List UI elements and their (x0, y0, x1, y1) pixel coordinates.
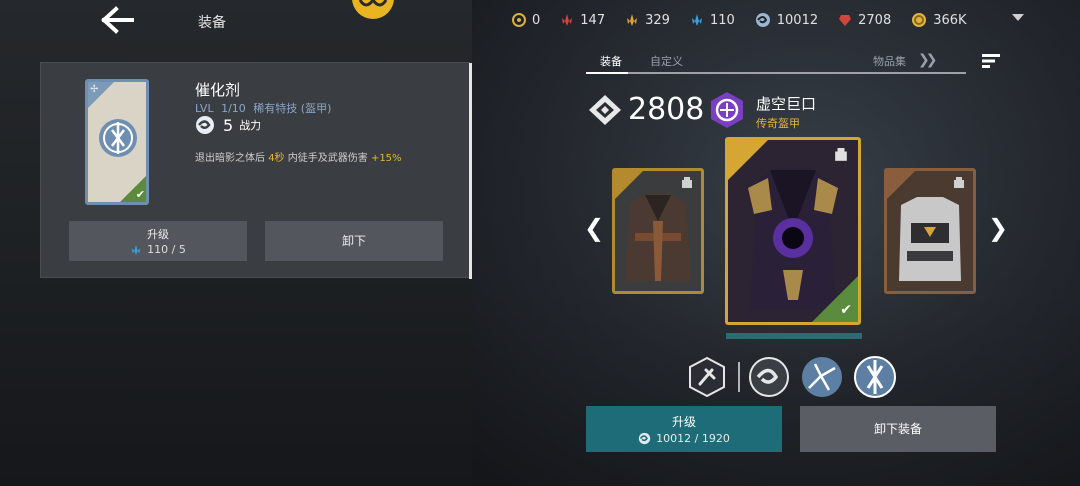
power-label: 战力 (239, 119, 262, 132)
gear-coin-icon (512, 13, 526, 27)
dragonfly-icon: ✢ (90, 84, 99, 95)
swirl-icon (196, 116, 214, 134)
currency-gear-coin: 0 (512, 13, 540, 28)
upgrade-cost: 10012 / 1920 (656, 432, 730, 445)
armor-image (625, 193, 691, 281)
currency-value: 147 (580, 12, 606, 28)
perk-upgrade-button[interactable]: 升级 110 / 5 (69, 221, 247, 261)
currency-value: 329 (645, 12, 670, 28)
currency-gold-coin: 366K (911, 12, 967, 28)
swirl-icon (638, 432, 651, 445)
currency-value: 2708 (858, 12, 892, 28)
perk-card[interactable]: ✢ ✔ (85, 79, 149, 205)
currency-value: 10012 (776, 12, 819, 28)
armor-image (899, 197, 961, 281)
tab-bar: 装备 自定义 物品集 (586, 52, 966, 74)
blue-crystal-icon (131, 244, 141, 255)
desc-text: 退出暗影之体后 (195, 153, 265, 164)
double-chevron-right-icon[interactable]: ❯❯ (918, 52, 938, 68)
desc-highlight: 4秒 (268, 153, 285, 164)
upgrade-label: 升级 (671, 415, 696, 429)
tab-equip[interactable]: 装备 (600, 53, 622, 69)
faction-logo-icon (350, 0, 396, 24)
gear-score-icon (589, 95, 621, 125)
currency-value: 110 (709, 12, 735, 28)
set-name: 虚空巨口 (756, 95, 817, 113)
currency-bar: 0 147 329 110 10012 2708 366K (512, 9, 987, 31)
gold-crystal-icon (627, 14, 638, 26)
panel-border (469, 63, 472, 279)
gear-card-selected[interactable]: ✔ (725, 137, 861, 325)
upgrade-cost: 110 / 5 (147, 243, 186, 256)
currency-value: 0 (532, 12, 541, 28)
gold-coin-icon (912, 13, 927, 27)
gear-card-next[interactable] (884, 168, 976, 294)
red-gem-icon (839, 15, 852, 26)
power-row: 5 战力 (195, 115, 261, 135)
tab-indicator (586, 72, 628, 74)
page-title: 装备 (198, 15, 226, 31)
check-icon: ✔ (840, 302, 852, 318)
currency-blue-crystal: 110 (690, 13, 735, 28)
perk-emblem-icon (99, 119, 137, 157)
divider (738, 362, 740, 392)
desc-text: 内徒手及武器伤害 (287, 153, 368, 164)
selection-bar (726, 333, 862, 339)
tab-custom[interactable]: 自定义 (650, 53, 683, 69)
item-name: 催化剂 (195, 81, 241, 99)
sort-icon[interactable] (982, 54, 1000, 68)
swirl-icon (755, 13, 770, 27)
upgrade-cost-row: 110 / 5 (69, 243, 247, 256)
chevron-right-icon[interactable]: ❯ (988, 214, 1008, 242)
set-icon[interactable] (708, 91, 746, 129)
swirl-perk-icon[interactable] (748, 356, 790, 398)
item-detail-panel: ✢ ✔ 催化剂 LVL 1/10 稀有特技 (盔甲) 5 战力 退出暗影之体后 … (40, 62, 472, 279)
chevron-left-icon[interactable]: ❮ (584, 214, 604, 242)
desc-highlight: +15% (370, 153, 402, 164)
item-meta: LVL 1/10 稀有特技 (盔甲) (195, 100, 335, 116)
gear-score-value: 2808 (628, 92, 705, 127)
blue-crystal-icon (691, 14, 702, 26)
upgrade-button[interactable]: 升级 10012 / 1920 (586, 406, 782, 452)
tab-collection[interactable]: 物品集 (873, 53, 906, 69)
level-value: 1/10 (221, 102, 246, 115)
chevron-down-icon[interactable] (1012, 14, 1024, 21)
power-value: 5 (223, 115, 234, 135)
hexagon-perk-icon[interactable] (686, 356, 728, 398)
currency-gold-crystal: 329 (625, 13, 670, 28)
gear-card-prev[interactable] (612, 168, 704, 294)
item-description: 退出暗影之体后 4秒 内徒手及武器伤害 +15% (195, 149, 402, 164)
currency-red-crystal: 147 (560, 13, 605, 28)
upgrade-label: 升级 (147, 228, 169, 241)
upgrade-cost-row: 10012 / 1920 (586, 432, 782, 445)
currency-swirl: 10012 (755, 12, 818, 28)
currency-value: 366K (933, 12, 967, 28)
unequip-button[interactable]: 卸下装备 (800, 406, 996, 452)
back-arrow-icon[interactable] (100, 6, 136, 34)
check-icon: ✔ (135, 188, 145, 201)
set-rarity: 传奇盔甲 (756, 117, 800, 130)
perk-unequip-button[interactable]: 卸下 (265, 221, 443, 261)
currency-red-gem: 2708 (838, 13, 891, 28)
level-label: LVL (195, 102, 214, 115)
item-type: 稀有特技 (盔甲) (253, 102, 332, 115)
shatter-perk-icon[interactable] (801, 356, 843, 398)
blade-perk-icon[interactable] (854, 356, 896, 398)
red-crystal-icon (562, 14, 573, 26)
